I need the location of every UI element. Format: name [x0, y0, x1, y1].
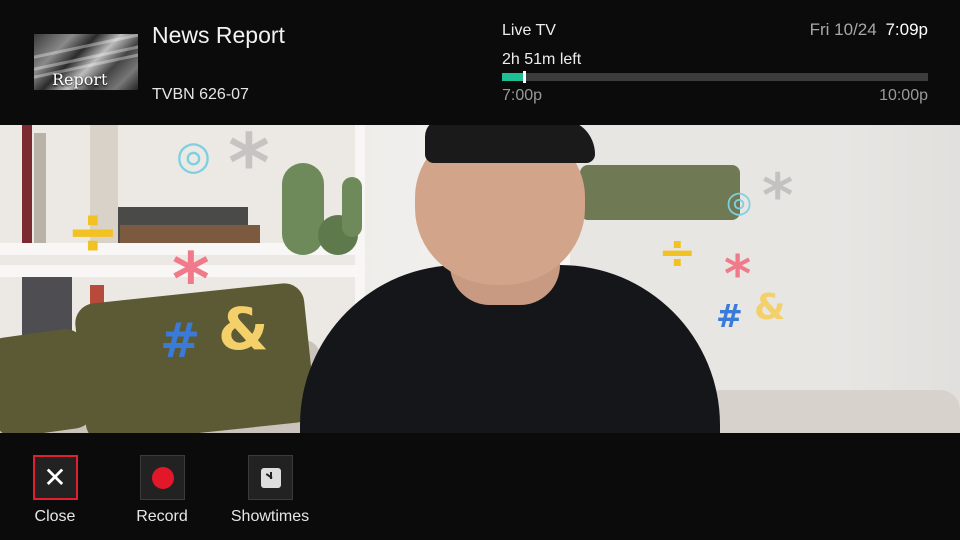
current-date: Fri 10/24	[809, 20, 877, 39]
close-button[interactable]: ✕ Close	[5, 455, 105, 526]
record-label: Record	[136, 508, 188, 525]
end-time: 10:00p	[879, 87, 928, 104]
record-icon	[151, 467, 174, 489]
background-plant	[580, 165, 740, 220]
circle-sticker: ◎	[176, 133, 211, 179]
current-date-time: Fri 10/24 7:09p	[810, 20, 928, 40]
close-label: Close	[34, 508, 76, 525]
program-progress-bar	[502, 71, 928, 83]
showtimes-button-frame[interactable]	[247, 455, 293, 500]
thumbnail-caption: Report	[52, 70, 108, 89]
showtimes-label: Showtimes	[230, 508, 310, 525]
progress-fill	[502, 73, 524, 81]
program-thumbnail: Report	[34, 34, 138, 90]
ampersand-sticker: &	[218, 295, 269, 363]
video-frame: ÷ * # & ◎ * ÷ * # & ◎ *	[0, 125, 960, 433]
clock-icon	[260, 468, 281, 488]
record-button[interactable]: Record	[112, 455, 212, 526]
current-time: 7:09p	[885, 20, 928, 39]
divide-sticker: ÷	[66, 195, 120, 269]
progress-position-marker	[523, 71, 527, 83]
asterisk-sticker: *	[172, 237, 210, 321]
program-info-bar: Report News Report TVBN 626-07 Live TV 2…	[0, 0, 960, 125]
live-tv-label: Live TV	[502, 22, 556, 39]
hash-sticker: #	[160, 313, 201, 369]
channel-number: TVBN 626-07	[152, 86, 249, 103]
close-button-frame[interactable]: ✕	[32, 455, 78, 500]
time-remaining: 2h 51m left	[502, 51, 582, 68]
cactus-plant	[282, 163, 324, 255]
program-title: News Report	[152, 22, 285, 48]
close-icon: ✕	[43, 461, 67, 494]
showtimes-button[interactable]: Showtimes	[220, 455, 320, 526]
start-time: 7:00p	[502, 87, 543, 104]
record-button-frame[interactable]	[139, 455, 185, 500]
action-bar: ✕ Close Record Showtimes	[0, 433, 960, 540]
